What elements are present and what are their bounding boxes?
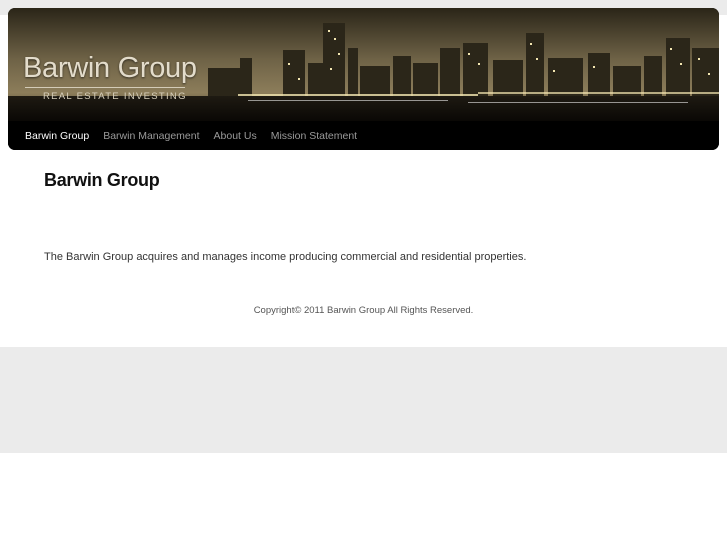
site-header: Barwin Group REAL ESTATE INVESTING Barwi… (8, 8, 719, 150)
intro-paragraph: The Barwin Group acquires and manages in… (44, 251, 527, 263)
logo-divider (25, 87, 185, 88)
header-banner-image: Barwin Group REAL ESTATE INVESTING (8, 8, 719, 121)
page-title: Barwin Group (44, 170, 160, 190)
copyright-notice: Copyright© 2011 Barwin Group All Rights … (253, 305, 474, 316)
nav-item-mission-statement[interactable]: Mission Statement (264, 130, 364, 142)
nav-item-barwin-group[interactable]: Barwin Group (18, 130, 96, 142)
logo-subtitle: REAL ESTATE INVESTING (43, 91, 187, 102)
main-navigation: Barwin Group Barwin Management About Us … (8, 121, 719, 150)
logo-title: Barwin Group (23, 52, 197, 84)
bottom-background-band (0, 347, 727, 453)
nav-item-barwin-management[interactable]: Barwin Management (96, 130, 206, 142)
nav-item-about-us[interactable]: About Us (207, 130, 264, 142)
